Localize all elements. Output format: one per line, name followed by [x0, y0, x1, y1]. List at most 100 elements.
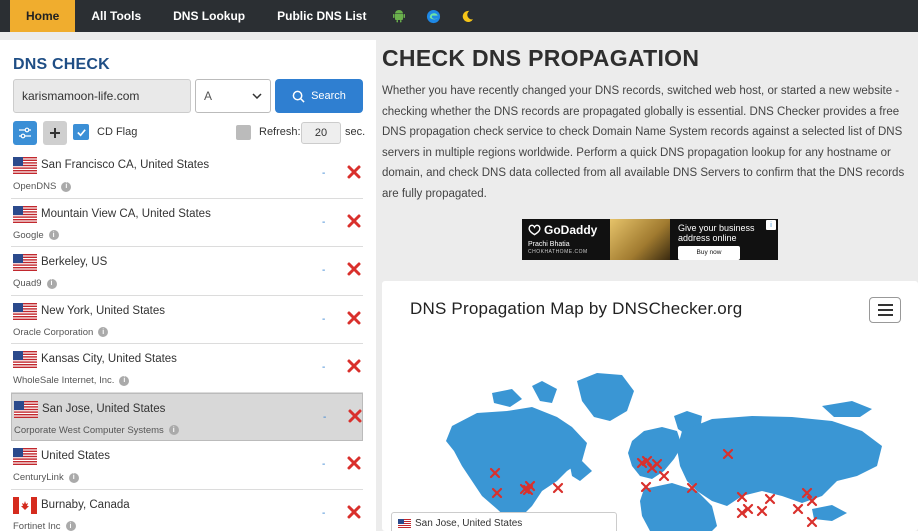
server-result: -	[322, 459, 326, 470]
refresh-checkbox[interactable]	[236, 125, 251, 140]
server-provider: Quad9 i	[13, 278, 57, 289]
nav-home[interactable]: Home	[10, 0, 76, 32]
us-flag-icon	[14, 400, 38, 418]
info-icon[interactable]: i	[68, 472, 79, 483]
nav-public-dns-list[interactable]: Public DNS List	[261, 0, 382, 32]
cd-flag-label: CD Flag	[97, 126, 138, 138]
top-navigation: Home All Tools DNS Lookup Public DNS Lis…	[0, 0, 918, 32]
edge-icon[interactable]	[416, 0, 450, 32]
failed-x-icon	[347, 311, 361, 324]
server-row[interactable]: Burnaby, Canada Fortinet Inc i -	[11, 490, 363, 531]
us-flag-icon	[13, 157, 37, 174]
server-provider: CenturyLink i	[13, 472, 79, 483]
map-tooltip-text: San Jose, United States	[415, 517, 523, 529]
server-provider-name: OpenDNS	[13, 181, 57, 192]
server-location: Burnaby, Canada	[41, 498, 130, 511]
info-icon[interactable]: i	[98, 327, 109, 337]
add-server-button[interactable]	[43, 121, 67, 145]
server-row[interactable]: San Francisco CA, United States OpenDNS i -	[11, 150, 363, 199]
advertisement-banner[interactable]: GoDaddy Prachi Bhatia CHOKHATHOME.COM Gi…	[522, 219, 778, 260]
failed-x-icon	[347, 505, 361, 518]
godaddy-logo-icon	[528, 224, 541, 236]
us-flag-icon	[13, 205, 37, 223]
server-row[interactable]: Kansas City, United States WholeSale Inte…	[11, 344, 363, 393]
ad-buy-now-button[interactable]: Buy now	[678, 246, 740, 260]
server-result: -	[323, 411, 327, 423]
map-tooltip: San Jose, United States	[391, 512, 617, 531]
info-icon[interactable]: i	[168, 425, 179, 435]
server-list: San Francisco CA, United States OpenDNS i -…	[11, 150, 363, 531]
us-flag-icon	[13, 351, 37, 368]
info-icon[interactable]: i	[119, 375, 130, 386]
map-menu-button[interactable]	[869, 297, 901, 323]
server-provider: WholeSale Internet, Inc. i	[13, 375, 130, 386]
ad-brand-block: GoDaddy Prachi Bhatia CHOKHATHOME.COM	[522, 219, 610, 260]
server-row[interactable]: San Jose, United States Corporate West Co…	[11, 392, 363, 441]
server-provider: Fortinet Inc i	[13, 521, 76, 531]
map-title: DNS Propagation Map by DNSChecker.org	[410, 299, 743, 318]
server-provider-name: CenturyLink	[13, 472, 64, 483]
server-location: New York, United States	[41, 304, 166, 317]
ad-logo: GoDaddy	[528, 223, 604, 237]
map-failed-marker[interactable]	[764, 493, 776, 505]
server-result: -	[322, 362, 326, 373]
server-provider: Oracle Corporation i	[13, 326, 109, 338]
chevron-down-icon	[252, 93, 262, 99]
cd-flag-checkbox[interactable]	[73, 124, 89, 140]
nav-all-tools[interactable]: All Tools	[75, 0, 157, 32]
server-result: -	[322, 168, 326, 179]
failed-x-icon	[347, 456, 361, 470]
failed-x-icon	[348, 409, 362, 422]
server-result: -	[322, 313, 326, 325]
ad-person-name: Prachi Bhatia	[528, 241, 570, 248]
map-failed-marker[interactable]	[756, 505, 768, 517]
server-provider: Google i	[13, 230, 59, 241]
moon-icon[interactable]	[450, 0, 484, 32]
server-row[interactable]: New York, United States Oracle Corporatio…	[11, 296, 363, 344]
ad-site-name: CHOKHATHOME.COM	[528, 249, 588, 255]
search-button-label: Search	[311, 90, 346, 102]
record-type-select[interactable]: A	[195, 79, 271, 113]
server-location: Berkeley, US	[41, 256, 108, 268]
refresh-interval-input[interactable]	[301, 122, 341, 144]
plus-icon	[50, 128, 60, 138]
domain-input[interactable]	[13, 79, 191, 113]
server-row[interactable]: Mountain View CA, United States Google i -	[11, 199, 363, 247]
failed-x-icon	[347, 214, 361, 227]
info-icon[interactable]: i	[65, 521, 76, 531]
refresh-label: Refresh:	[259, 126, 301, 138]
ad-brand-name: GoDaddy	[544, 223, 598, 237]
record-type-value: A	[204, 89, 213, 103]
server-location: Kansas City, United States	[41, 353, 177, 365]
server-row[interactable]: United States CenturyLink i -	[11, 441, 363, 490]
page-description: Whether you have recently changed your D…	[382, 85, 905, 200]
map-failed-marker[interactable]	[658, 470, 670, 482]
server-location: San Jose, United States	[42, 402, 166, 415]
ad-info-icon[interactable]: i	[766, 220, 776, 230]
android-icon[interactable]	[382, 0, 416, 32]
canada-flag-icon	[13, 496, 37, 514]
server-row[interactable]: Berkeley, US Quad9 i -	[11, 247, 363, 296]
us-flag-icon	[13, 302, 37, 320]
sliders-icon	[19, 127, 31, 139]
settings-button[interactable]	[13, 121, 37, 145]
checkmark-icon	[76, 128, 86, 136]
map-failed-marker[interactable]	[806, 516, 818, 528]
search-button[interactable]: Search	[275, 79, 363, 113]
info-icon[interactable]: i	[46, 278, 57, 289]
info-icon[interactable]: i	[61, 181, 72, 192]
server-provider-name: Fortinet Inc	[13, 520, 61, 531]
map-failed-marker[interactable]	[552, 482, 564, 494]
ad-headline: Give your business address online	[678, 223, 755, 243]
nav-dns-lookup[interactable]: DNS Lookup	[157, 0, 261, 32]
server-provider-name: WholeSale Internet, Inc.	[13, 375, 115, 386]
map-failed-marker[interactable]	[792, 503, 804, 515]
info-icon[interactable]: i	[48, 230, 59, 240]
hamburger-icon	[877, 304, 893, 306]
ad-message: Give your business address online Buy no…	[670, 219, 778, 260]
world-map[interactable]	[382, 331, 918, 531]
us-flag-icon	[13, 448, 37, 465]
server-provider-name: Oracle Corporation	[13, 326, 94, 338]
server-result: -	[322, 265, 326, 276]
server-location: United States	[41, 450, 111, 462]
